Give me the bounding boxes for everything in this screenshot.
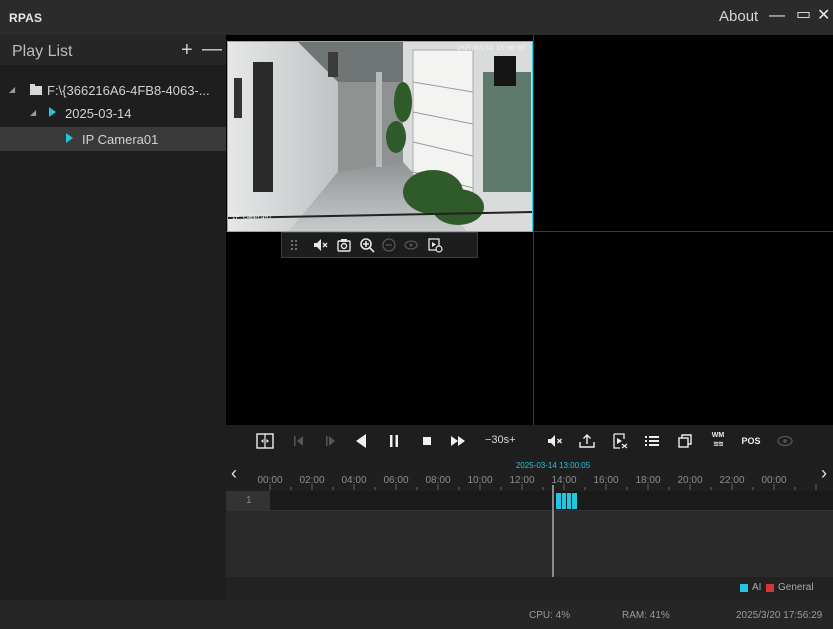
tick-label: 04:00 bbox=[341, 475, 367, 486]
timeline-cursor[interactable] bbox=[552, 485, 554, 577]
play-icon bbox=[66, 133, 73, 143]
view-icon[interactable] bbox=[775, 431, 795, 451]
frame-back-icon[interactable] bbox=[289, 431, 309, 451]
timeline-legend: AI General bbox=[226, 577, 833, 600]
tick-label: 02:00 bbox=[299, 475, 325, 486]
app-title: RPAS bbox=[9, 11, 43, 25]
close-icon[interactable]: ✕ bbox=[817, 7, 830, 25]
tick-label: 10:00 bbox=[467, 475, 493, 486]
ai-legend-swatch bbox=[740, 584, 748, 592]
tree-item-folder[interactable]: ◢ F:\{366216A6-4FB8-4063-... bbox=[0, 78, 226, 102]
layout-icon[interactable] bbox=[255, 431, 275, 451]
tick-label: 00:00 bbox=[761, 475, 787, 486]
playback-toolbar: −30s+ WM ≋≋ POS bbox=[226, 425, 833, 457]
view-icon[interactable] bbox=[403, 237, 419, 253]
speed-control[interactable]: −30s+ bbox=[485, 434, 516, 446]
about-button[interactable]: About bbox=[719, 8, 758, 25]
pane-toolbar bbox=[281, 232, 478, 258]
tick-label: 20:00 bbox=[677, 475, 703, 486]
export-icon[interactable] bbox=[577, 431, 597, 451]
mute-icon[interactable] bbox=[312, 237, 328, 253]
zoom-in-icon[interactable] bbox=[359, 237, 375, 253]
list-icon[interactable] bbox=[642, 431, 662, 451]
tick-label: 14:00 bbox=[551, 475, 577, 486]
tree-item-label: IP Camera01 bbox=[82, 132, 159, 147]
playback-export-icon[interactable] bbox=[427, 237, 443, 253]
tree-item-camera[interactable]: IP Camera01 bbox=[0, 127, 226, 151]
video-grid: 2025/03/14 13:00:05 IP Camera01 bbox=[226, 35, 833, 425]
fast-forward-icon[interactable] bbox=[448, 431, 468, 451]
pos-icon[interactable]: POS bbox=[739, 431, 763, 451]
zoom-out-icon[interactable] bbox=[381, 237, 397, 253]
channel-number: 1 bbox=[226, 491, 270, 510]
timeline-track[interactable]: 1 bbox=[226, 491, 833, 511]
watermark-label: WM bbox=[711, 432, 725, 439]
camera-timestamp: 2025/03/14 13:00:05 bbox=[457, 45, 526, 52]
cpu-usage: CPU: 4% bbox=[529, 610, 571, 621]
minimize-icon[interactable]: — bbox=[769, 7, 785, 25]
expand-icon[interactable]: ◢ bbox=[30, 108, 36, 117]
status-datetime: 2025/3/20 17:56:29 bbox=[736, 610, 823, 621]
play-list-panel: Play List + — ◢ F:\{366216A6-4FB8-4063-.… bbox=[0, 35, 226, 600]
tick-label: 18:00 bbox=[635, 475, 661, 486]
tick-label: 08:00 bbox=[425, 475, 451, 486]
clip-icon[interactable] bbox=[610, 431, 630, 451]
snapshot-icon[interactable] bbox=[336, 237, 352, 253]
tree-item-label: 2025-03-14 bbox=[65, 106, 132, 121]
stop-icon[interactable] bbox=[417, 431, 437, 451]
mute-icon[interactable] bbox=[545, 431, 565, 451]
record-gap bbox=[561, 493, 562, 509]
tick-label: 06:00 bbox=[383, 475, 409, 486]
frame-forward-icon[interactable] bbox=[320, 431, 340, 451]
play-icon bbox=[49, 107, 56, 117]
reverse-play-icon[interactable] bbox=[351, 431, 371, 451]
camera-name-overlay: IP Camera01 bbox=[232, 214, 272, 221]
tick-label: 12:00 bbox=[509, 475, 535, 486]
folder-icon bbox=[30, 84, 42, 95]
timeline-ruler[interactable]: ‹ › 2025-03-14 13:00:05 00:00 02:00 04:0… bbox=[226, 457, 833, 491]
ai-legend-label: AI bbox=[752, 582, 762, 593]
watermark-icon[interactable]: WM ≋≋ bbox=[708, 431, 728, 451]
remove-icon[interactable]: — bbox=[202, 38, 222, 61]
grid-divider bbox=[533, 35, 534, 425]
maximize-icon[interactable]: ▭ bbox=[796, 6, 811, 24]
add-icon[interactable]: + bbox=[181, 39, 193, 62]
drag-handle-icon[interactable] bbox=[286, 237, 302, 253]
play-list-title: Play List bbox=[12, 43, 73, 60]
window-icon[interactable] bbox=[675, 431, 695, 451]
pause-icon[interactable] bbox=[384, 431, 404, 451]
timeline-panel[interactable]: ‹ › 2025-03-14 13:00:05 00:00 02:00 04:0… bbox=[226, 457, 833, 600]
record-gap bbox=[566, 493, 567, 509]
general-legend-label: General bbox=[778, 582, 814, 593]
title-bar: RPAS About — ▭ ✕ bbox=[0, 0, 833, 35]
expand-icon[interactable]: ◢ bbox=[9, 85, 15, 94]
tree-item-label: F:\{366216A6-4FB8-4063-... bbox=[47, 83, 210, 98]
play-list-header: Play List + — bbox=[0, 35, 226, 65]
tick-label: 16:00 bbox=[593, 475, 619, 486]
camera-video-pane[interactable]: 2025/03/14 13:00:05 IP Camera01 bbox=[227, 41, 533, 232]
general-legend-swatch bbox=[766, 584, 774, 592]
tick-label: 22:00 bbox=[719, 475, 745, 486]
camera-frame-image bbox=[228, 42, 532, 231]
ram-usage: RAM: 41% bbox=[622, 610, 670, 621]
record-gap bbox=[571, 493, 572, 509]
tree-item-date[interactable]: ◢ 2025-03-14 bbox=[0, 101, 226, 125]
status-bar: CPU: 4% RAM: 41% 2025/3/20 17:56:29 bbox=[0, 600, 833, 629]
tick-label: 00:00 bbox=[257, 475, 283, 486]
